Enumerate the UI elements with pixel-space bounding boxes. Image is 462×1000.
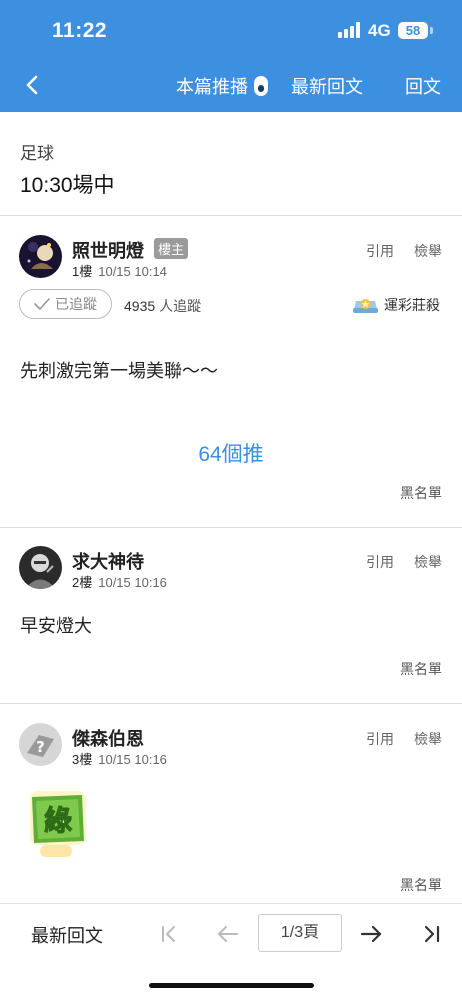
post-meta: 1樓 10/15 10:14 [72,261,167,280]
bottom-latest-reply-button[interactable]: 最新回文 [31,922,103,948]
reply-button[interactable]: 回文 [405,73,441,99]
sports-lottery-tag[interactable]: 運彩莊殺 [352,295,440,315]
avatar[interactable] [19,235,62,278]
latest-reply-button[interactable]: 最新回文 [291,73,363,99]
check-icon [34,298,50,310]
post-item: 求大神待 2樓 10/15 10:16 引用 檢舉 早安燈大 黑名單 [0,528,462,704]
battery-tip [430,27,433,34]
back-arrow-icon[interactable] [18,70,48,100]
prev-page-icon[interactable] [215,921,241,947]
thread-header: 足球 10:30場中 [0,112,462,216]
signal-icon [338,22,360,38]
quote-button[interactable]: 引用 [366,729,394,749]
sticker-text: 綠 [44,804,72,837]
floor-number: 1樓 [72,264,93,279]
push-notify-label: 本篇推播 [176,77,248,97]
blacklist-button[interactable]: 黑名單 [400,659,442,679]
floor-number: 3樓 [72,752,93,767]
push-notify-toggle[interactable]: 本篇推播 [176,73,268,99]
author-name[interactable]: 求大神待 [72,548,144,574]
page-indicator[interactable]: 1/3頁 [258,914,342,952]
post-body: 先刺激完第一場美聯～～ [20,361,218,381]
board-name[interactable]: 足球 [20,139,54,164]
follow-button[interactable]: 已追蹤 [19,289,112,319]
next-page-icon[interactable] [358,921,384,947]
app-header: 11:22 4G 58 本篇推播 最新回文 回文 [0,0,462,112]
author-name[interactable]: 照世明燈 [72,237,144,263]
follow-count: 4935 人追蹤 [124,296,201,316]
home-indicator [149,983,314,988]
quote-button[interactable]: 引用 [366,552,394,572]
post-time: 10/15 10:14 [98,264,167,279]
first-page-icon[interactable] [156,921,182,947]
post-meta: 3樓 10/15 10:16 [72,749,167,768]
badge-icon [353,299,378,313]
op-badge: 樓主 [154,238,189,259]
nav-bar: 本篇推播 最新回文 回文 [0,60,462,112]
report-button[interactable]: 檢舉 [414,241,442,261]
post-item: ? 傑森伯恩 3樓 10/15 10:16 引用 檢舉 綠 黑名單 [0,704,462,903]
blacklist-button[interactable]: 黑名單 [400,483,442,503]
avatar[interactable] [19,546,62,589]
author-name[interactable]: 傑森伯恩 [72,725,144,751]
last-page-icon[interactable] [418,921,444,947]
post-time: 10/15 10:16 [98,752,167,767]
post-time: 10/15 10:16 [98,575,167,590]
push-count[interactable]: 64個推 [0,438,462,468]
avatar[interactable]: ? [19,723,62,766]
follow-count-unit: 人追蹤 [159,298,202,314]
post-body: 早安燈大 [20,616,92,636]
floor-number: 2樓 [72,575,93,590]
post-meta: 2樓 10/15 10:16 [72,572,167,591]
network-type: 4G [368,21,391,40]
green-sticker-image: 綠 [30,791,86,857]
status-time: 11:22 [52,19,108,42]
blacklist-button[interactable]: 黑名單 [400,875,442,895]
post-item: 照世明燈 樓主 1樓 10/15 10:14 引用 檢舉 已追蹤 4935 人追蹤 … [0,216,462,528]
quote-button[interactable]: 引用 [366,241,394,261]
follow-label: 已追蹤 [55,296,97,312]
thread-title: 10:30場中 [20,174,115,197]
battery-icon: 58 [398,22,428,39]
report-button[interactable]: 檢舉 [414,729,442,749]
toggle-icon [254,76,268,96]
report-button[interactable]: 檢舉 [414,552,442,572]
svg-text:?: ? [36,738,45,756]
status-bar: 11:22 4G 58 [0,0,462,60]
follow-count-number: 4935 [124,298,156,314]
sports-tag-label: 運彩莊殺 [384,297,440,313]
